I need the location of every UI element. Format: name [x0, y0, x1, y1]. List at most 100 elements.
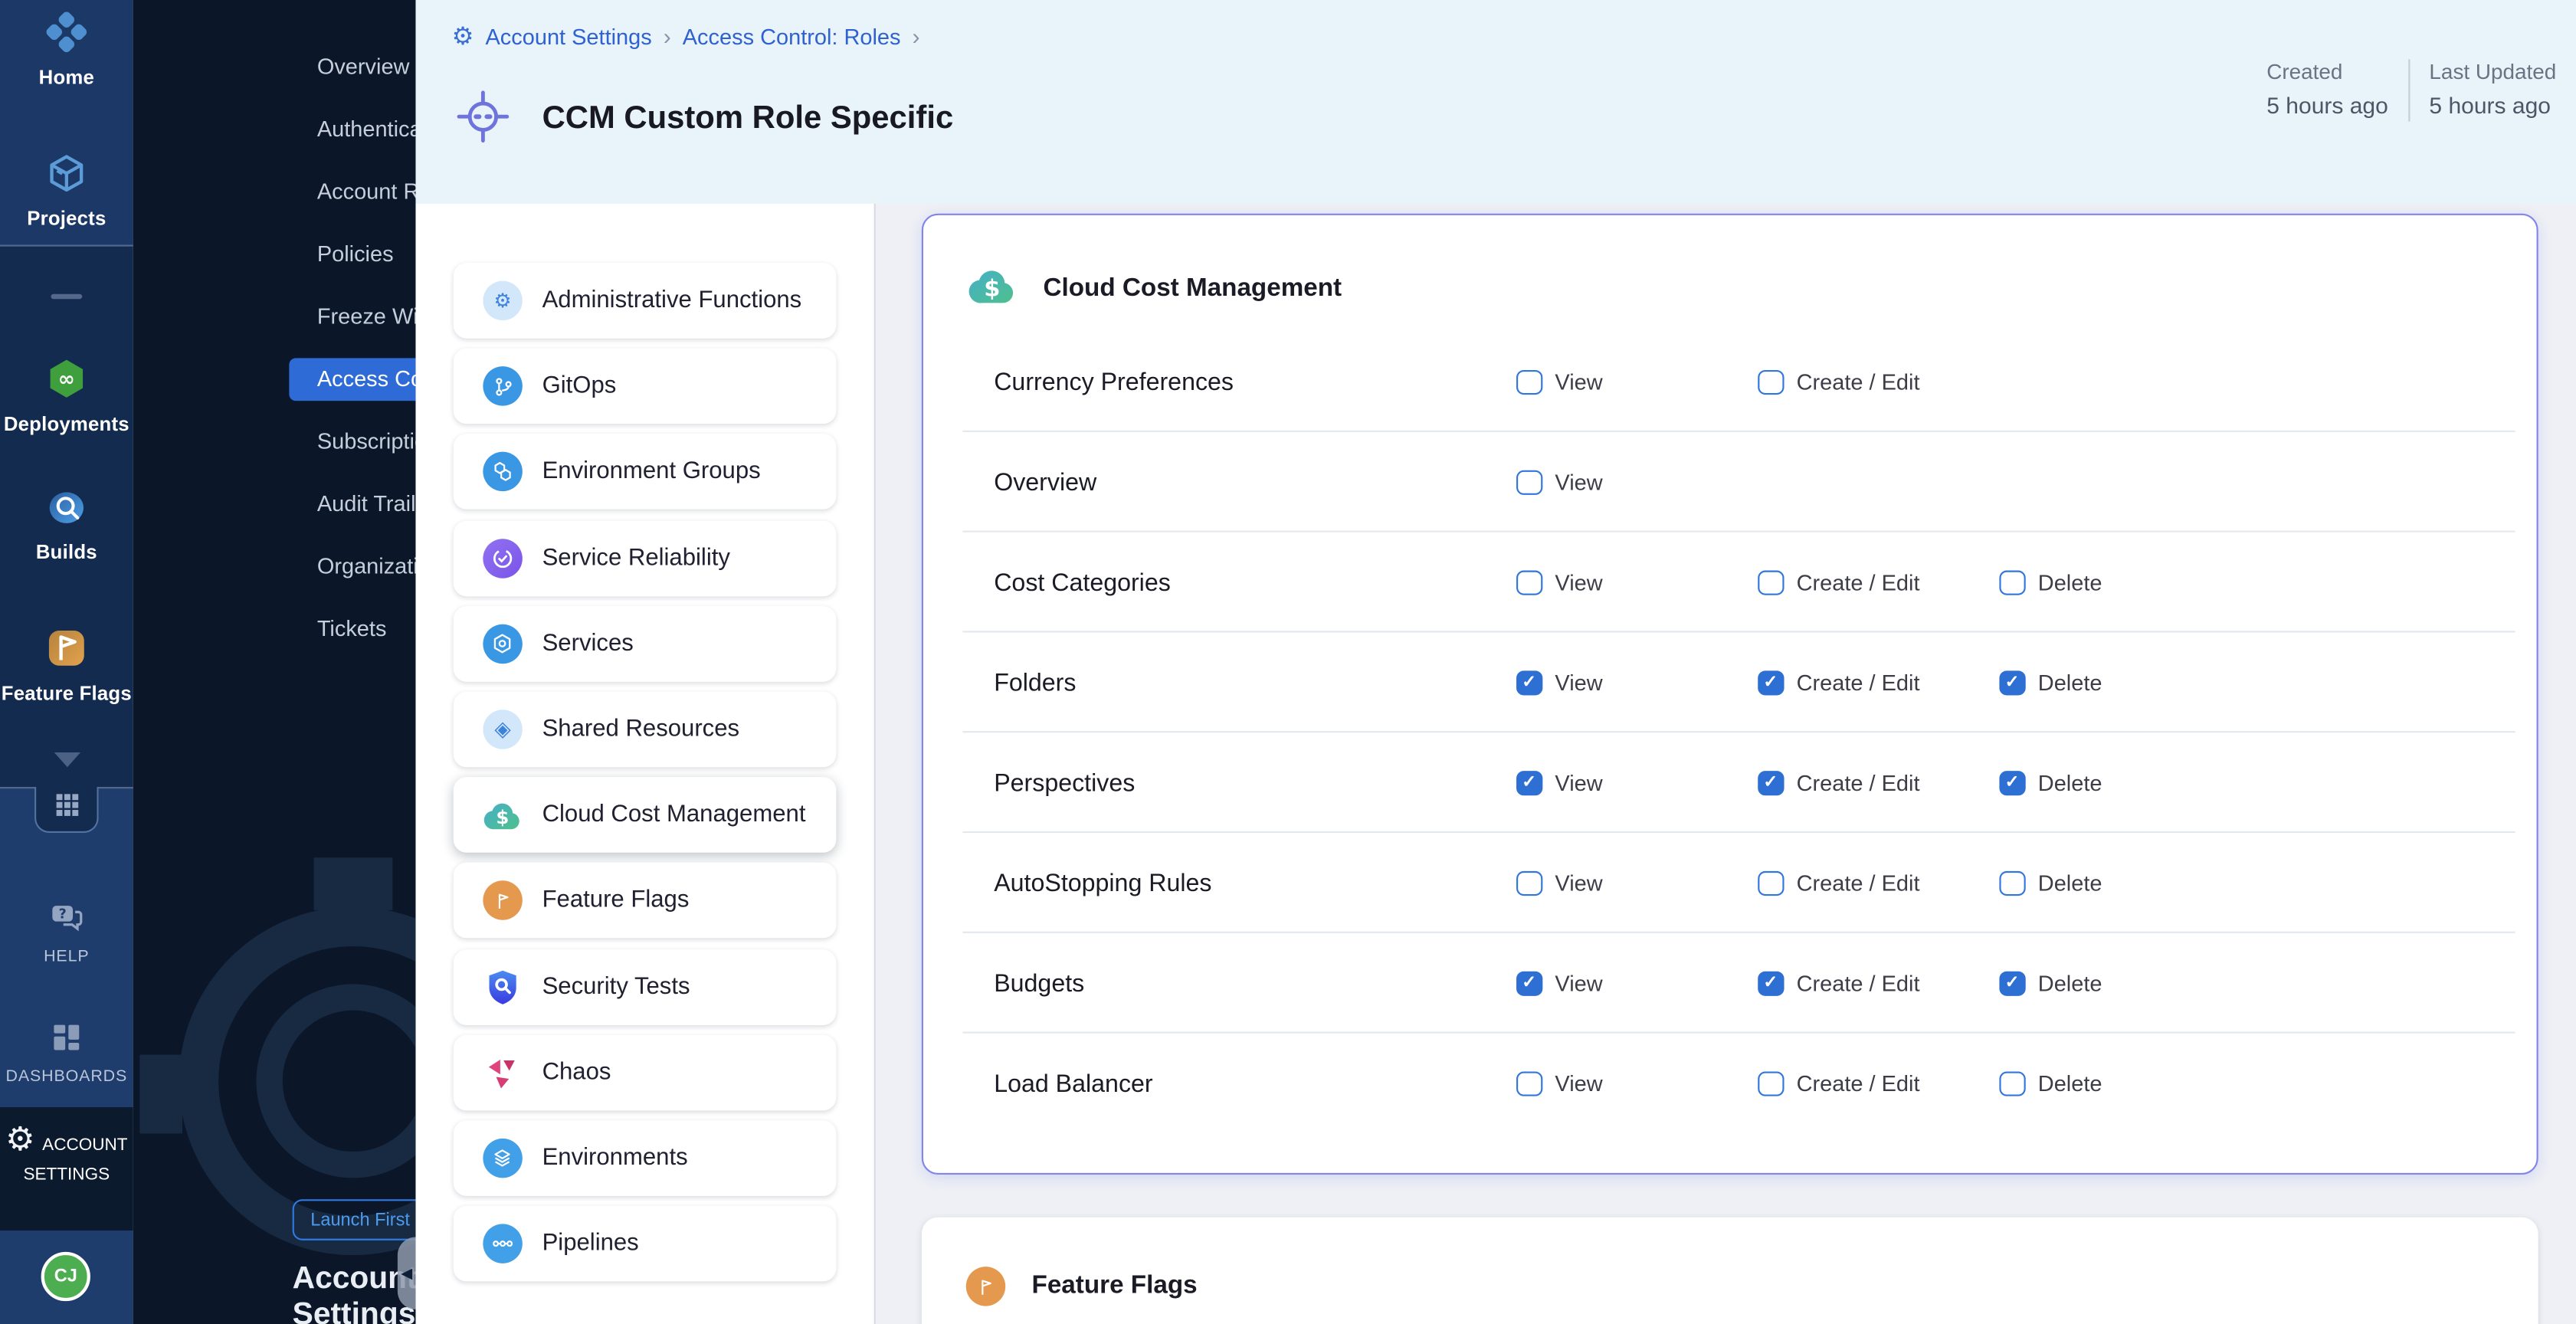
settings-nav-item-audit-trail[interactable]: Audit Trail: [289, 483, 415, 526]
permission-view[interactable]: View: [1516, 1070, 1603, 1096]
cloud-cost-management-panel: $ Cloud Cost Management Currency Prefere…: [922, 214, 2538, 1175]
permission-createedit[interactable]: Create / Edit: [1758, 870, 1919, 896]
role-crosshair-icon: [455, 89, 511, 153]
permission-label: View: [1555, 369, 1602, 394]
flag-circle-icon: [483, 881, 522, 920]
flag-circle-icon: [966, 1267, 1005, 1306]
category-card-administrative-functions[interactable]: ⚙Administrative Functions: [454, 263, 837, 339]
permission-label: Create / Edit: [1797, 369, 1920, 394]
checkbox-checked[interactable]: [1758, 770, 1783, 795]
updated-meta: Last Updated 5 hours ago: [2410, 59, 2576, 118]
category-card-environment-groups[interactable]: Environment Groups: [454, 434, 837, 510]
permission-delete[interactable]: Delete: [1999, 770, 2102, 795]
sidebar-item-account-settings[interactable]: ⚙ ACCOUNT SETTINGS: [0, 1120, 133, 1188]
sidebar-item-dashboards[interactable]: DASHBOARDS: [0, 1018, 133, 1086]
permission-view[interactable]: View: [1516, 670, 1603, 695]
permission-view[interactable]: View: [1516, 971, 1603, 996]
settings-nav-item-overview[interactable]: Overview: [289, 46, 415, 89]
sidebar-item-deployments[interactable]: ∞Deployments: [0, 356, 133, 435]
checkbox-checked[interactable]: [1999, 770, 2024, 795]
sidebar-item-label: Feature Flags: [0, 682, 133, 705]
breadcrumb-account-settings[interactable]: Account Settings: [485, 24, 651, 48]
category-card-shared-resources[interactable]: ◈Shared Resources: [454, 692, 837, 768]
checkbox-unchecked[interactable]: [1999, 870, 2024, 896]
permission-label: Delete: [2038, 570, 2102, 595]
permission-label: Create / Edit: [1797, 971, 1920, 995]
permission-view[interactable]: View: [1516, 770, 1603, 795]
panel-header: $ Cloud Cost Management: [968, 264, 1342, 313]
checkbox-checked[interactable]: [1516, 670, 1542, 695]
checkbox-unchecked[interactable]: [1758, 369, 1783, 395]
sidebar-item-help[interactable]: ?HELP: [0, 899, 133, 966]
pipeline-nodes-icon: [483, 1224, 522, 1263]
checkbox-unchecked[interactable]: [1516, 369, 1542, 395]
checkbox-checked[interactable]: [1999, 670, 2024, 695]
module-picker-button[interactable]: [34, 787, 99, 833]
checkbox-checked[interactable]: [1758, 670, 1783, 695]
category-card-security-tests[interactable]: Security Tests: [454, 949, 837, 1024]
permission-createedit[interactable]: Create / Edit: [1758, 369, 1919, 395]
sidebar-item-projects[interactable]: Projects: [0, 151, 133, 230]
settings-nav-item-authentication[interactable]: Authentication: [289, 109, 415, 152]
permission-createedit[interactable]: Create / Edit: [1758, 670, 1919, 695]
checkbox-unchecked[interactable]: [1758, 569, 1783, 595]
checkbox-checked[interactable]: [1516, 971, 1542, 996]
permission-rows: Currency PreferencesViewCreate / EditOve…: [923, 332, 2537, 1133]
permission-delete[interactable]: Delete: [1999, 1070, 2102, 1096]
git-branch-icon: [483, 367, 522, 406]
settings-nav-item-policies[interactable]: Policies: [289, 233, 415, 276]
checkbox-unchecked[interactable]: [1516, 1070, 1542, 1096]
harness-logo-icon: [0, 10, 133, 63]
checkbox-unchecked[interactable]: [1999, 569, 2024, 595]
checkbox-unchecked[interactable]: [1516, 569, 1542, 595]
sidebar-item-home[interactable]: Home: [0, 10, 133, 89]
settings-nav-item-access-control[interactable]: Access Control: [289, 358, 415, 401]
permission-label: View: [1555, 870, 1602, 895]
checkbox-unchecked[interactable]: [1516, 870, 1542, 896]
sidebar-item-feature-flags[interactable]: Feature Flags: [0, 626, 133, 705]
category-card-cloud-cost-management[interactable]: $Cloud Cost Management: [454, 778, 837, 854]
breadcrumb-access-control-roles[interactable]: Access Control: Roles: [683, 24, 901, 48]
sidebar-item-builds[interactable]: Builds: [0, 485, 133, 564]
permission-delete[interactable]: Delete: [1999, 670, 2102, 695]
panel-title: Feature Flags: [1032, 1272, 1198, 1302]
permission-row-autostopping-rules: AutoStopping RulesViewCreate / EditDelet…: [923, 833, 2537, 933]
chevron-down-icon[interactable]: [54, 752, 80, 767]
permission-delete[interactable]: Delete: [1999, 870, 2102, 896]
checkbox-unchecked[interactable]: [1516, 470, 1542, 495]
category-card-pipelines[interactable]: Pipelines: [454, 1206, 837, 1282]
permission-createedit[interactable]: Create / Edit: [1758, 1070, 1919, 1096]
dashboard-grid-icon: [0, 1018, 133, 1064]
permission-createedit[interactable]: Create / Edit: [1758, 770, 1919, 795]
permission-view[interactable]: View: [1516, 870, 1603, 896]
permission-delete[interactable]: Delete: [1999, 569, 2102, 595]
collapse-nav-button[interactable]: ◀: [398, 1237, 416, 1309]
checkbox-unchecked[interactable]: [1758, 870, 1783, 896]
settings-nav-item-account-resources[interactable]: Account Resources: [289, 171, 415, 214]
category-card-service-reliability[interactable]: Service Reliability: [454, 520, 837, 596]
rail-divider-dash: [51, 294, 82, 299]
permission-createedit[interactable]: Create / Edit: [1758, 569, 1919, 595]
checkbox-checked[interactable]: [1758, 971, 1783, 996]
category-label: Services: [542, 631, 634, 657]
category-card-feature-flags[interactable]: Feature Flags: [454, 864, 837, 939]
category-card-services[interactable]: Services: [454, 606, 837, 682]
checkbox-unchecked[interactable]: [1999, 1070, 2024, 1096]
permission-delete[interactable]: Delete: [1999, 971, 2102, 996]
permission-createedit[interactable]: Create / Edit: [1758, 971, 1919, 996]
checkbox-unchecked[interactable]: [1758, 1070, 1783, 1096]
avatar[interactable]: CJ: [41, 1252, 90, 1301]
checkbox-checked[interactable]: [1999, 971, 2024, 996]
settings-nav-item-organizations[interactable]: Organizations: [289, 546, 415, 588]
checkbox-checked[interactable]: [1516, 770, 1542, 795]
category-card-chaos[interactable]: Chaos: [454, 1034, 837, 1110]
category-card-gitops[interactable]: GitOps: [454, 349, 837, 424]
category-card-environments[interactable]: Environments: [454, 1120, 837, 1196]
launch-first-generation-button[interactable]: Launch First Generation: [293, 1199, 416, 1240]
settings-nav-item-tickets[interactable]: Tickets: [289, 608, 415, 651]
permission-view[interactable]: View: [1516, 569, 1603, 595]
permission-view[interactable]: View: [1516, 369, 1603, 395]
permission-view[interactable]: View: [1516, 470, 1603, 495]
settings-nav-item-subscriptions[interactable]: Subscriptions: [289, 421, 415, 464]
settings-nav-item-freeze-windows[interactable]: Freeze Windows: [289, 296, 415, 339]
